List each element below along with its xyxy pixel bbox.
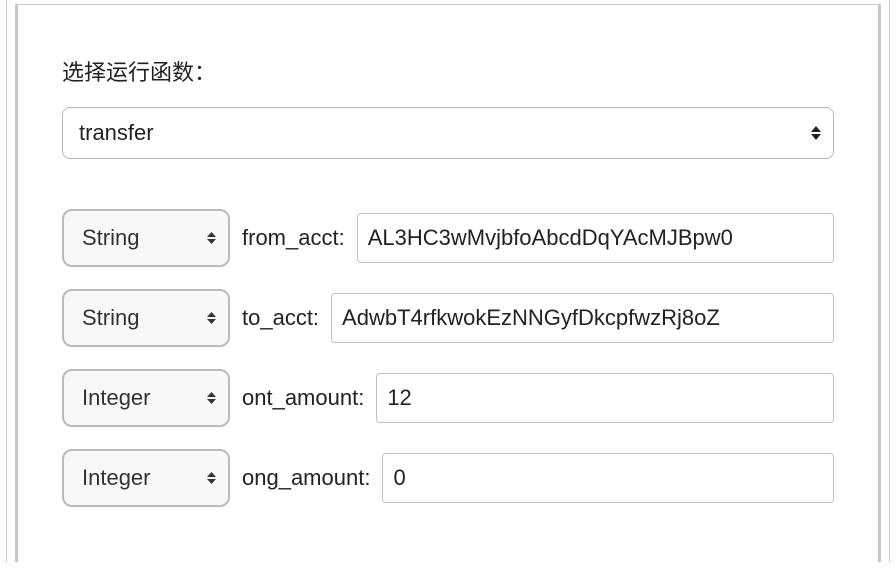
param-row: Integer ong_amount:: [62, 449, 834, 507]
param-value-input[interactable]: [331, 293, 834, 343]
chevron-updown-icon: [207, 312, 216, 324]
param-value-input[interactable]: [357, 213, 834, 263]
param-type-select[interactable]: String: [62, 289, 230, 347]
param-type-value: String: [82, 305, 139, 331]
param-label: ont_amount:: [242, 385, 364, 411]
section-label: 选择运行函数：: [62, 55, 834, 87]
param-label: ong_amount:: [242, 465, 370, 491]
param-type-value: String: [82, 225, 139, 251]
function-select[interactable]: transfer: [62, 107, 834, 159]
param-type-select[interactable]: Integer: [62, 369, 230, 427]
param-value-input[interactable]: [376, 373, 834, 423]
param-label: to_acct:: [242, 305, 319, 331]
param-type-select[interactable]: String: [62, 209, 230, 267]
function-select-value: transfer: [79, 120, 154, 146]
param-label: from_acct:: [242, 225, 345, 251]
chevron-updown-icon: [207, 392, 216, 404]
param-type-select[interactable]: Integer: [62, 449, 230, 507]
param-value-input[interactable]: [382, 453, 834, 503]
chevron-updown-icon: [811, 126, 821, 140]
chevron-updown-icon: [207, 232, 216, 244]
param-row: String from_acct:: [62, 209, 834, 267]
param-row: Integer ont_amount:: [62, 369, 834, 427]
outer-frame: 选择运行函数： transfer String: [6, 0, 890, 562]
params-list: String from_acct: String: [62, 209, 834, 507]
param-type-value: Integer: [82, 385, 151, 411]
chevron-updown-icon: [207, 472, 216, 484]
param-type-value: Integer: [82, 465, 151, 491]
param-row: String to_acct:: [62, 289, 834, 347]
form-panel: 选择运行函数： transfer String: [15, 4, 881, 562]
